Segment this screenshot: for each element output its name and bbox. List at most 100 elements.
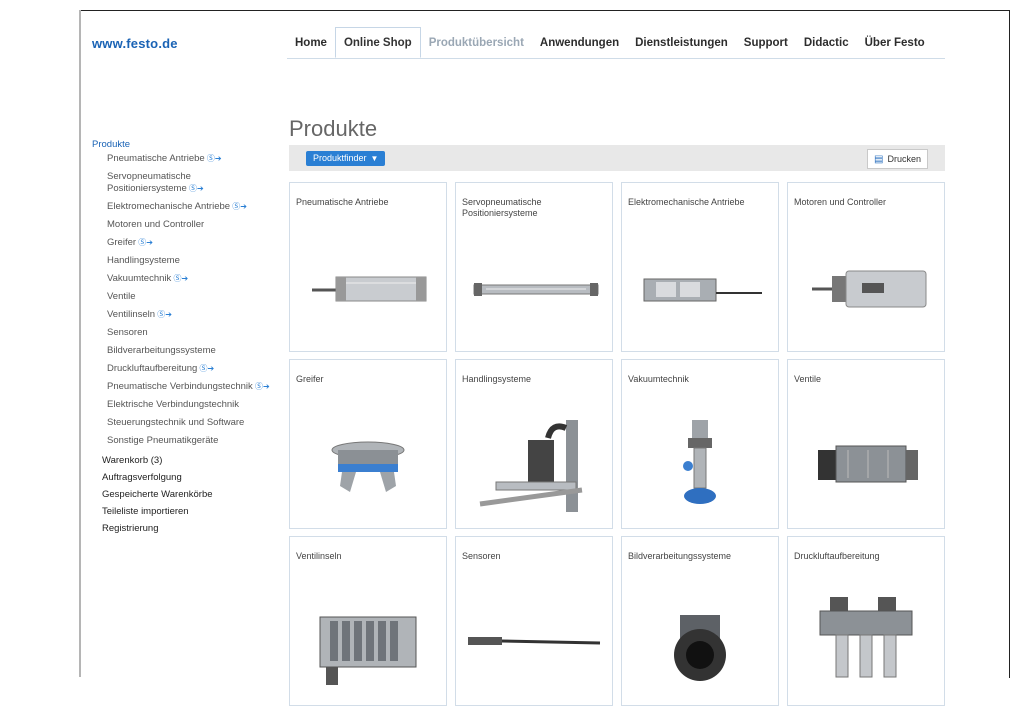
sidebar-item-label: Sensoren: [107, 327, 148, 338]
sidebar-link[interactable]: Gespeicherte Warenkörbe: [92, 489, 272, 500]
sidebar-item[interactable]: Handlingsysteme: [92, 255, 272, 267]
air-prep-icon[interactable]: [788, 597, 944, 697]
axis-icon[interactable]: [622, 243, 778, 343]
product-card-label: Bildverarbeitungssysteme: [628, 551, 732, 561]
product-card-label: Ventile: [794, 374, 822, 384]
sidebar-item[interactable]: Druckluftaufbereitung Ⓢ➔: [92, 363, 272, 375]
nav-tab-5[interactable]: Support: [736, 37, 796, 58]
submenu-arrow-icon[interactable]: Ⓢ➔: [205, 154, 222, 163]
submenu-arrow-icon[interactable]: Ⓢ➔: [171, 274, 188, 283]
nav-tab-4[interactable]: Dienstleistungen: [627, 37, 736, 58]
sidebar-item-label: Ventilinseln: [107, 309, 156, 320]
product-card[interactable]: Ventile: [787, 359, 945, 529]
sidebar-link[interactable]: Warenkorb (3): [92, 455, 272, 466]
sidebar-item-label: Vakuumtechnik: [107, 273, 172, 284]
top-navigation: Home Online Shop Produktübersicht Anwendung…: [287, 27, 933, 58]
product-card[interactable]: Handlingsysteme: [455, 359, 613, 529]
product-card[interactable]: Ventilinseln: [289, 536, 447, 706]
nav-tab-6[interactable]: Didactic: [796, 37, 857, 58]
product-toolbar: Produktfinder ▼ ▤ Drucken: [289, 145, 945, 171]
sidebar-item[interactable]: Sonstige Pneumatikgeräte: [92, 435, 272, 447]
sidebar-item-label: Greifer: [107, 237, 137, 248]
camera-icon[interactable]: [622, 597, 778, 697]
sidebar-navigation: Produkte Pneumatische Antriebe Ⓢ➔ Servopn…: [92, 139, 272, 540]
product-card-label: Sensoren: [462, 551, 501, 561]
sidebar-item[interactable]: Elektromechanische Antriebe Ⓢ➔: [92, 201, 272, 213]
sidebar-item[interactable]: Steuerungstechnik und Software: [92, 417, 272, 429]
nav-divider: [287, 58, 945, 59]
nav-tab-2[interactable]: Produktübersicht: [421, 37, 532, 58]
product-card[interactable]: Pneumatische Antriebe: [289, 182, 447, 352]
printer-icon: ▤: [874, 154, 884, 165]
sidebar-item[interactable]: Ventilinseln Ⓢ➔: [92, 309, 272, 321]
product-card-label: Ventilinseln: [296, 551, 342, 561]
motor-icon[interactable]: [788, 243, 944, 343]
site-logo-link[interactable]: www.festo.de: [92, 36, 178, 51]
sidebar-item[interactable]: Elektrische Verbindungstechnik: [92, 399, 272, 411]
sidebar-item[interactable]: Pneumatische Verbindungstechnik Ⓢ➔: [92, 381, 272, 393]
produktfinder-label: Produktfinder: [313, 153, 367, 163]
nav-tab-7[interactable]: Über Festo: [857, 37, 933, 58]
valve-icon[interactable]: [788, 420, 944, 520]
product-card[interactable]: Servopneumatische Positioniersysteme: [455, 182, 613, 352]
submenu-arrow-icon[interactable]: Ⓢ➔: [187, 184, 204, 193]
product-card[interactable]: Bildverarbeitungssysteme: [621, 536, 779, 706]
sidebar-item[interactable]: Bildverarbeitungssysteme: [92, 345, 272, 357]
sidebar-item-label: Pneumatische Verbindungstechnik: [107, 381, 253, 392]
product-card-label: Handlingsysteme: [462, 374, 532, 384]
product-card-label: Greifer: [296, 374, 324, 384]
nav-tab-1[interactable]: Online Shop: [334, 27, 421, 58]
product-card-label: Motoren und Controller: [794, 197, 887, 207]
product-card[interactable]: Elektromechanische Antriebe: [621, 182, 779, 352]
sidebar-item[interactable]: Sensoren: [92, 327, 272, 339]
sidebar-item-label: Druckluftaufbereitung: [107, 363, 198, 374]
submenu-arrow-icon[interactable]: Ⓢ➔: [197, 364, 215, 373]
sensor-icon[interactable]: [456, 597, 612, 697]
sidebar-link[interactable]: Registrierung: [92, 523, 272, 534]
submenu-arrow-icon[interactable]: Ⓢ➔: [230, 202, 247, 211]
sidebar-item-label: Motoren und Controller: [107, 219, 205, 230]
produktfinder-button[interactable]: Produktfinder ▼: [306, 151, 386, 166]
handling-icon[interactable]: [456, 420, 612, 520]
vacuum-icon[interactable]: [622, 420, 778, 520]
sidebar-item-label: Elektrische Verbindungstechnik: [107, 399, 240, 410]
sidebar-link[interactable]: Teileliste importieren: [92, 506, 272, 517]
servo-icon[interactable]: [456, 243, 612, 343]
sidebar-item-label: Bildverarbeitungssysteme: [107, 345, 216, 356]
print-label: Drucken: [887, 154, 921, 164]
print-button[interactable]: ▤ Drucken: [867, 149, 928, 169]
nav-tab-0[interactable]: Home: [287, 37, 335, 58]
sidebar-link[interactable]: Auftragsverfolgung: [92, 472, 272, 483]
caret-down-icon: ▼: [370, 154, 379, 163]
left-edge-bar: [79, 10, 81, 677]
sidebar-item[interactable]: Greifer Ⓢ➔: [92, 237, 272, 249]
submenu-arrow-icon[interactable]: Ⓢ➔: [136, 238, 153, 247]
sidebar-item[interactable]: Motoren und Controller: [92, 219, 272, 231]
product-card-label: Vakuumtechnik: [628, 374, 689, 384]
sidebar-item-label: Servopneumatische Positioniersysteme: [107, 171, 191, 194]
sidebar-heading[interactable]: Produkte: [92, 139, 272, 150]
sidebar-item[interactable]: Vakuumtechnik Ⓢ➔: [92, 273, 272, 285]
sidebar-item-label: Steuerungstechnik und Software: [107, 417, 245, 428]
product-card[interactable]: Sensoren: [455, 536, 613, 706]
valve-terminal-icon[interactable]: [290, 597, 446, 697]
sidebar-item-label: Ventile: [107, 291, 136, 302]
sidebar-item[interactable]: Servopneumatische Positioniersysteme Ⓢ➔: [92, 171, 272, 195]
gripper-icon[interactable]: [290, 420, 446, 520]
product-card[interactable]: Greifer: [289, 359, 447, 529]
product-card[interactable]: Vakuumtechnik: [621, 359, 779, 529]
submenu-arrow-icon[interactable]: Ⓢ➔: [253, 382, 270, 391]
sidebar-item-label: Elektromechanische Antriebe: [107, 201, 231, 212]
submenu-arrow-icon[interactable]: Ⓢ➔: [155, 310, 172, 319]
product-card[interactable]: Motoren und Controller: [787, 182, 945, 352]
sidebar-item[interactable]: Ventile: [92, 291, 272, 303]
sidebar-item-label: Pneumatische Antriebe: [107, 153, 205, 164]
cylinder-icon[interactable]: [290, 243, 446, 343]
product-card[interactable]: Druckluftaufbereitung: [787, 536, 945, 706]
page-title: Produkte: [289, 115, 378, 141]
product-card-label: Pneumatische Antriebe: [296, 197, 389, 207]
product-card-label: Servopneumatische Positioniersysteme: [462, 197, 542, 218]
sidebar-item-label: Handlingsysteme: [107, 255, 180, 266]
sidebar-item[interactable]: Pneumatische Antriebe Ⓢ➔: [92, 153, 272, 165]
nav-tab-3[interactable]: Anwendungen: [532, 37, 627, 58]
